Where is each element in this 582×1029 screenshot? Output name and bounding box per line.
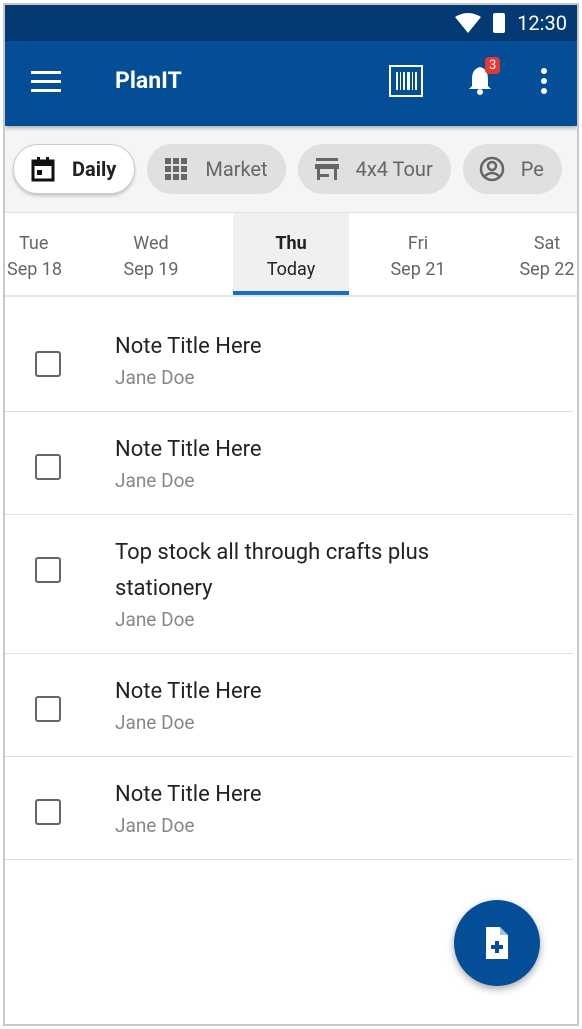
- chip-pe[interactable]: Pe: [462, 144, 562, 194]
- store-icon: [314, 158, 339, 180]
- status-time: 12:30: [517, 11, 567, 35]
- note-author: Jane Doe: [115, 711, 195, 734]
- list-item[interactable]: Note Title Here Jane Doe: [5, 654, 573, 757]
- notes-list: Note Title Here Jane Doe Note Title Here J…: [5, 309, 577, 860]
- notification-badge: 3: [485, 57, 501, 74]
- list-item[interactable]: Note Title Here Jane Doe: [5, 412, 573, 515]
- wifi-icon: [455, 13, 482, 33]
- checkbox[interactable]: [35, 696, 61, 722]
- checkbox[interactable]: [35, 351, 61, 377]
- tab-day-wed[interactable]: Wed Sep 19: [69, 213, 233, 295]
- app-title: PlanIT: [115, 67, 182, 94]
- battery-icon: [493, 13, 506, 33]
- chip-daily[interactable]: Daily: [13, 144, 136, 194]
- list-item[interactable]: Note Title Here Jane Doe: [5, 757, 573, 860]
- note-title: Top stock all through crafts plus statio…: [115, 540, 430, 601]
- phone-screen: 12:30 PlanIT 3 Daily Market 4x4 Tour Pe …: [3, 3, 579, 1026]
- list-item[interactable]: Note Title Here Jane Doe: [5, 309, 573, 412]
- calendar-icon: [31, 157, 55, 182]
- tab-day-tue[interactable]: Tue Sep 18: [5, 213, 69, 295]
- app-bar: PlanIT 3: [5, 41, 577, 126]
- barcode-scan-icon[interactable]: [389, 65, 423, 97]
- note-author: Jane Doe: [115, 814, 195, 837]
- tab-day-sat[interactable]: Sat Sep 22: [487, 213, 577, 295]
- day-tabs: Tue Sep 18 Wed Sep 19 Thu Today Fri Sep 21 S…: [5, 213, 577, 297]
- menu-icon[interactable]: [31, 71, 61, 98]
- chip-label: Pe: [520, 157, 544, 181]
- more-options-icon[interactable]: [541, 68, 547, 98]
- tab-day-thu[interactable]: Thu Today: [233, 213, 349, 295]
- note-add-icon: [486, 927, 508, 959]
- note-author: Jane Doe: [115, 366, 195, 389]
- chip-label: Daily: [72, 157, 117, 181]
- list-item[interactable]: Top stock all through crafts plus statio…: [5, 515, 573, 654]
- checkbox[interactable]: [35, 557, 61, 583]
- tab-day-fri[interactable]: Fri Sep 21: [349, 213, 487, 295]
- note-title: Note Title Here: [115, 437, 262, 462]
- category-chips: Daily Market 4x4 Tour Pe: [5, 126, 577, 213]
- checkbox[interactable]: [35, 799, 61, 825]
- note-title: Note Title Here: [115, 679, 262, 704]
- chip-label: Market: [205, 157, 268, 181]
- status-bar: 12:30: [5, 5, 577, 41]
- checkbox[interactable]: [35, 454, 61, 480]
- note-author: Jane Doe: [115, 469, 195, 492]
- add-note-button[interactable]: [454, 900, 540, 986]
- chip-market[interactable]: Market: [147, 144, 286, 194]
- grid-icon: [165, 158, 188, 180]
- note-author: Jane Doe: [115, 608, 195, 631]
- note-title: Note Title Here: [115, 334, 262, 359]
- chip-label: 4x4 Tour: [355, 157, 433, 181]
- chip-4x4-tour[interactable]: 4x4 Tour: [297, 144, 451, 194]
- note-title: Note Title Here: [115, 782, 262, 807]
- account-circle-icon: [479, 156, 504, 182]
